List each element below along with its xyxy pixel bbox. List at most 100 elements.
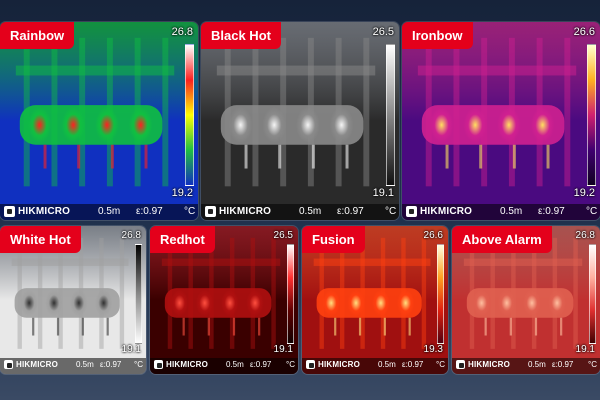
structure-post: [271, 237, 276, 349]
hot-spot: [523, 289, 541, 317]
distance-readout: 0.5m: [378, 360, 396, 369]
status-footer: HIKMICRO 0.5m ε:0.97 °C: [402, 204, 600, 220]
structure-beam: [161, 258, 281, 266]
hot-drip: [408, 317, 411, 336]
hot-drip: [479, 144, 483, 169]
hot-drip: [232, 317, 236, 336]
emissivity-readout: ε:0.97: [552, 360, 574, 369]
status-footer: HIKMICRO 0.5m ε:0.97 °C: [302, 358, 448, 374]
min-temperature: 19.1: [121, 344, 141, 355]
brand-logo: HIKMICRO: [456, 360, 510, 369]
palette-panel-rainbow: Rainbow 26.8 19.2 HIKMICRO 0.5m ε:0.97 °…: [0, 22, 198, 220]
hikmicro-logo-icon: [4, 360, 13, 369]
hot-drip: [345, 144, 349, 169]
hot-spot: [128, 107, 153, 143]
min-temperature: 19.2: [573, 187, 595, 199]
hot-drip: [445, 144, 449, 169]
structure-post: [363, 37, 370, 187]
max-temperature: 26.5: [372, 26, 394, 38]
hot-spot: [472, 289, 491, 317]
emissivity-readout: ε:0.97: [136, 206, 163, 217]
hot-drip: [81, 317, 84, 336]
max-temperature: 26.8: [575, 230, 595, 241]
hot-drip: [311, 144, 315, 169]
max-temperature: 26.8: [171, 26, 193, 38]
status-footer: HIKMICRO 0.5m ε:0.97 °C: [201, 204, 399, 220]
structure-beam: [11, 258, 129, 266]
brand-logo: HIKMICRO: [154, 360, 208, 369]
distance-readout: 0.5m: [98, 206, 121, 217]
structure-beam: [417, 65, 577, 76]
distance-readout: 0.5m: [76, 360, 94, 369]
palette-panel-ironbow: Ironbow 26.6 19.2 HIKMICRO 0.5m ε:0.97 °…: [402, 22, 600, 220]
hot-spot: [228, 107, 253, 143]
max-temperature: 26.5: [273, 230, 293, 241]
emissivity-readout: ε:0.97: [337, 206, 364, 217]
status-footer: HIKMICRO 0.5m ε:0.97 °C: [452, 358, 600, 374]
hot-spot: [61, 107, 86, 143]
unit-readout: °C: [134, 360, 143, 369]
hot-spot: [246, 289, 264, 317]
unit-readout: °C: [586, 206, 598, 217]
hot-spot: [195, 289, 214, 317]
hot-spot: [322, 289, 340, 317]
hot-drip: [258, 317, 261, 336]
unit-readout: °C: [588, 360, 597, 369]
temperature-scale-bar: [386, 44, 395, 186]
hot-drip: [207, 317, 210, 336]
max-temperature: 26.6: [423, 230, 443, 241]
min-temperature: 19.1: [273, 344, 293, 355]
hot-drip: [383, 317, 386, 336]
hot-drip: [509, 317, 512, 336]
thermal-image: [402, 22, 600, 220]
hot-drip: [106, 317, 109, 336]
min-temperature: 19.1: [575, 344, 595, 355]
emissivity-readout: ε:0.97: [402, 360, 424, 369]
unit-readout: °C: [436, 360, 445, 369]
max-temperature: 26.6: [573, 26, 595, 38]
hot-spot: [296, 107, 320, 143]
status-footer: HIKMICRO 0.5m ε:0.97 °C: [0, 358, 146, 374]
distance-readout: 0.5m: [299, 206, 322, 217]
hikmicro-logo-icon: [205, 206, 216, 217]
emissivity-readout: ε:0.97: [250, 360, 272, 369]
hot-drip: [512, 144, 516, 169]
hot-spot: [70, 289, 88, 317]
structure-beam: [463, 258, 583, 266]
hot-spot: [95, 107, 119, 143]
hot-spot: [170, 289, 189, 317]
palette-label: Ironbow: [402, 22, 473, 49]
thermal-image: [201, 22, 399, 220]
palette-label: White Hot: [0, 226, 81, 253]
structure-post: [564, 37, 571, 187]
hot-drip: [43, 144, 47, 169]
distance-readout: 0.5m: [528, 360, 546, 369]
hot-spot: [463, 107, 488, 143]
palette-panel-redhot: Redhot 26.5 19.1 HIKMICRO 0.5m ε:0.97 °C: [150, 226, 298, 374]
hot-drip: [144, 144, 148, 169]
hot-drip: [110, 144, 114, 169]
emissivity-readout: ε:0.97: [538, 206, 565, 217]
hot-spot: [347, 289, 365, 317]
palette-panel-white-hot: White Hot 26.8 19.1 HIKMICRO 0.5m ε:0.97…: [0, 226, 146, 374]
hot-drip: [278, 144, 282, 169]
hot-spot: [20, 289, 38, 317]
hot-drip: [56, 317, 60, 336]
palette-panel-fusion: Fusion 26.6 19.3 HIKMICRO 0.5m ε:0.97 °C: [302, 226, 448, 374]
status-footer: HIKMICRO 0.5m ε:0.97 °C: [150, 358, 298, 374]
palette-panel-black-hot: Black Hot 26.5 19.1 HIKMICRO 0.5m ε:0.97…: [201, 22, 399, 220]
hikmicro-logo-icon: [406, 206, 417, 217]
hot-spot: [94, 289, 113, 317]
palette-label: Fusion: [302, 226, 365, 253]
hot-drip: [32, 317, 35, 336]
structure-post: [119, 237, 125, 349]
hot-drip: [534, 317, 538, 336]
hot-spot: [429, 107, 454, 143]
hikmicro-logo-icon: [4, 206, 15, 217]
palette-label: Rainbow: [0, 22, 75, 49]
distance-readout: 0.5m: [226, 360, 244, 369]
hot-drip: [244, 144, 248, 169]
palette-label: Black Hot: [201, 22, 281, 49]
structure-post: [162, 37, 169, 187]
hot-spot: [221, 289, 239, 317]
